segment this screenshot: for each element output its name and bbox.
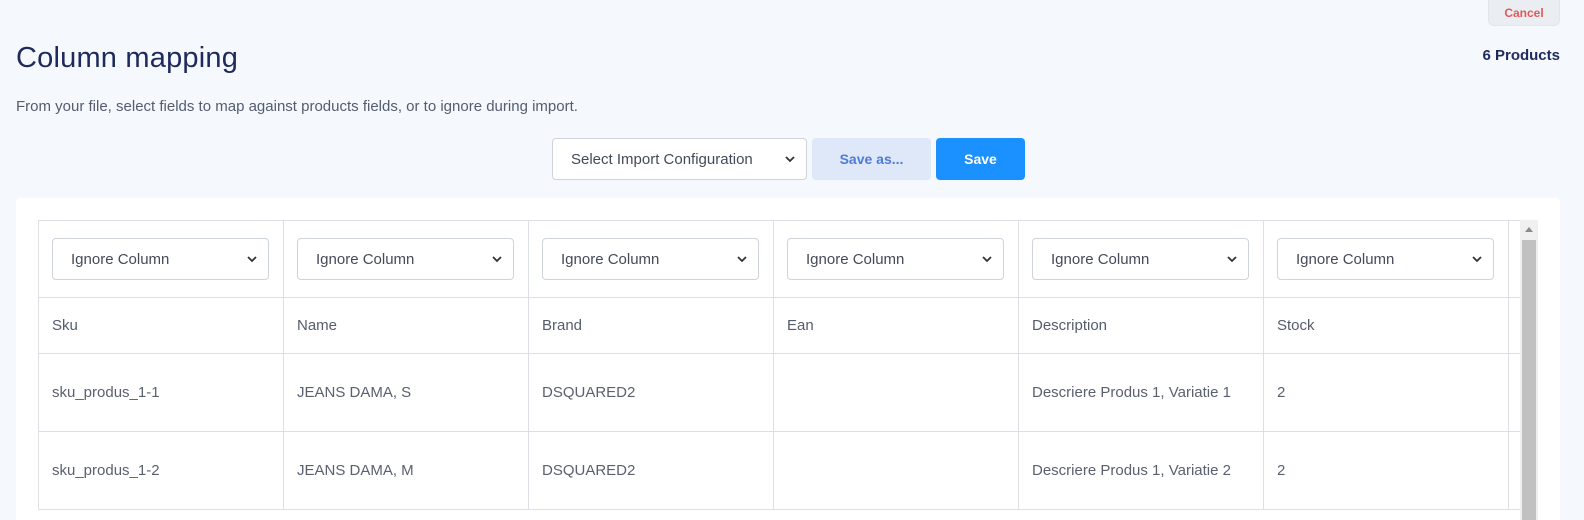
table-cell: 2 bbox=[1263, 353, 1509, 432]
page-title: Column mapping bbox=[16, 42, 239, 74]
table-row: sku_produs_1-1 JEANS DAMA, S DSQUARED2 Desc… bbox=[38, 353, 1538, 432]
table-row: sku_produs_1-2 JEANS DAMA, M DSQUARED2 Desc… bbox=[38, 431, 1538, 510]
table-cell: Descriere Produs 1, Variatie 2 bbox=[1018, 431, 1264, 510]
chevron-down-icon bbox=[492, 256, 502, 263]
chevron-down-icon bbox=[1227, 256, 1237, 263]
column-mapping-value: Ignore Column bbox=[1051, 250, 1150, 268]
chevron-down-icon bbox=[982, 256, 992, 263]
vertical-scrollbar[interactable] bbox=[1520, 220, 1538, 520]
column-mapping-cell: Ignore Column bbox=[1263, 220, 1509, 298]
chevron-down-icon bbox=[247, 256, 257, 263]
column-header: Stock bbox=[1263, 297, 1509, 354]
column-mapping-value: Ignore Column bbox=[561, 250, 660, 268]
scrollbar-thumb[interactable] bbox=[1522, 240, 1536, 520]
table-cell: DSQUARED2 bbox=[528, 353, 774, 432]
toolbar: Select Import Configuration Save as... S… bbox=[552, 138, 1025, 180]
column-mapping-select[interactable]: Ignore Column bbox=[297, 238, 514, 280]
table-cell bbox=[773, 431, 1019, 510]
column-header: Description bbox=[1018, 297, 1264, 354]
arrow-up-icon bbox=[1525, 227, 1533, 232]
save-as-button[interactable]: Save as... bbox=[812, 138, 931, 180]
table-cell bbox=[773, 353, 1019, 432]
table-cell: DSQUARED2 bbox=[528, 431, 774, 510]
column-mapping-row: Ignore Column Ignore Column Ignore Column I… bbox=[38, 220, 1538, 298]
column-mapping-cell: Ignore Column bbox=[38, 220, 284, 298]
column-header: Brand bbox=[528, 297, 774, 354]
table-cell: JEANS DAMA, S bbox=[283, 353, 529, 432]
column-mapping-cell: Ignore Column bbox=[528, 220, 774, 298]
mapping-table-wrapper[interactable]: Ignore Column Ignore Column Ignore Column I… bbox=[38, 220, 1538, 520]
scroll-up-button[interactable] bbox=[1520, 220, 1538, 238]
column-mapping-value: Ignore Column bbox=[1296, 250, 1395, 268]
chevron-down-icon bbox=[785, 156, 795, 163]
column-header: Name bbox=[283, 297, 529, 354]
chevron-down-icon bbox=[1472, 256, 1482, 263]
column-header: Ean bbox=[773, 297, 1019, 354]
column-mapping-select[interactable]: Ignore Column bbox=[1277, 238, 1494, 280]
cancel-button[interactable]: Cancel bbox=[1488, 0, 1560, 26]
mapping-table: Ignore Column Ignore Column Ignore Column I… bbox=[38, 220, 1538, 510]
import-configuration-value: Select Import Configuration bbox=[571, 150, 753, 168]
chevron-down-icon bbox=[737, 256, 747, 263]
save-button[interactable]: Save bbox=[936, 138, 1025, 180]
table-cell: sku_produs_1-1 bbox=[38, 353, 284, 432]
column-mapping-select[interactable]: Ignore Column bbox=[787, 238, 1004, 280]
column-header: Sku bbox=[38, 297, 284, 354]
mapping-card: Ignore Column Ignore Column Ignore Column I… bbox=[16, 198, 1560, 520]
column-mapping-select[interactable]: Ignore Column bbox=[542, 238, 759, 280]
table-cell: JEANS DAMA, M bbox=[283, 431, 529, 510]
import-configuration-select[interactable]: Select Import Configuration bbox=[552, 138, 807, 180]
header-row: Sku Name Brand Ean Description Stock bbox=[38, 297, 1538, 354]
products-count: 6 Products bbox=[1482, 47, 1560, 64]
column-mapping-cell: Ignore Column bbox=[1018, 220, 1264, 298]
page-subtitle: From your file, select fields to map aga… bbox=[16, 98, 578, 115]
column-mapping-value: Ignore Column bbox=[806, 250, 905, 268]
table-cell: sku_produs_1-2 bbox=[38, 431, 284, 510]
column-mapping-select[interactable]: Ignore Column bbox=[52, 238, 269, 280]
column-mapping-cell: Ignore Column bbox=[773, 220, 1019, 298]
column-mapping-value: Ignore Column bbox=[316, 250, 415, 268]
table-cell: 2 bbox=[1263, 431, 1509, 510]
column-mapping-value: Ignore Column bbox=[71, 250, 170, 268]
table-cell: Descriere Produs 1, Variatie 1 bbox=[1018, 353, 1264, 432]
column-mapping-select[interactable]: Ignore Column bbox=[1032, 238, 1249, 280]
column-mapping-cell: Ignore Column bbox=[283, 220, 529, 298]
